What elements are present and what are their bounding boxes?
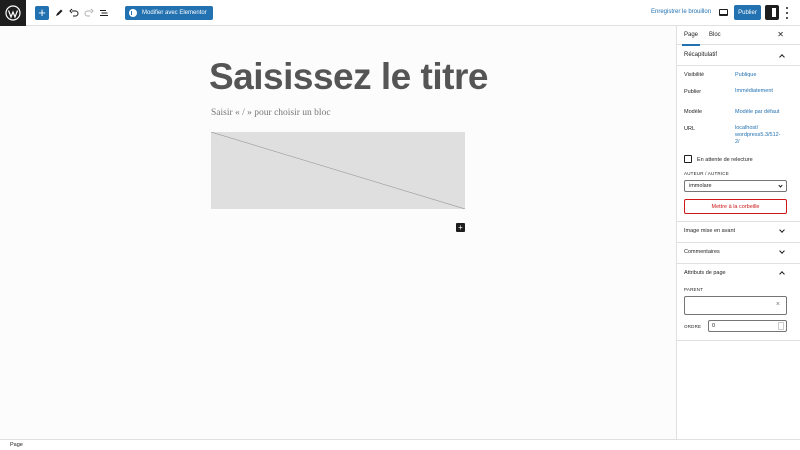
parent-combobox[interactable]: × [684, 296, 787, 315]
settings-sidebar: Page Bloc ✕ Récapitulatif Visibilité Pub… [676, 26, 800, 439]
pending-review-label: En attente de relecture [697, 157, 753, 163]
close-icon[interactable]: ✕ [777, 30, 784, 39]
editor-header: + Modifier avec Elementor Enregistrer le… [0, 0, 800, 26]
desktop-icon[interactable] [719, 9, 728, 16]
sidebar-divider [677, 340, 800, 341]
post-title-input[interactable]: Saisissez le titre [209, 56, 488, 98]
page-attributes-panel-header[interactable]: Attributs de page [677, 263, 800, 284]
parent-label: PARENT [684, 287, 704, 292]
author-select[interactable]: immolare [684, 180, 787, 192]
wordpress-logo-svg [5, 5, 21, 21]
chevron-down-icon [779, 248, 785, 254]
template-value[interactable]: Modèle par défaut [735, 109, 790, 116]
visibility-label: Visibilité [684, 72, 705, 78]
url-value[interactable]: localhost/ wordpress5.3/512-2/ [735, 125, 785, 146]
pending-review-checkbox[interactable] [684, 155, 692, 163]
block-placeholder[interactable]: Saisir « / » pour choisir un bloc [211, 108, 331, 118]
clear-icon[interactable]: × [776, 301, 780, 308]
spinner-icon[interactable] [778, 322, 784, 330]
page-attributes-title: Attributs de page [684, 270, 726, 276]
chevron-up-icon [779, 271, 785, 277]
wordpress-logo-icon[interactable] [0, 0, 26, 26]
publish-label: Publier [684, 89, 702, 95]
pencil-icon[interactable] [52, 6, 66, 20]
featured-image-panel-header[interactable]: Image mise en avant [677, 221, 800, 242]
author-label: AUTEUR / AUTRICE [684, 171, 729, 176]
redo-icon[interactable] [82, 6, 96, 20]
chevron-down-icon [779, 227, 785, 233]
order-input[interactable]: 0 [708, 320, 787, 332]
add-block-button[interactable]: + [35, 6, 49, 20]
undo-icon[interactable] [67, 6, 81, 20]
tab-page[interactable]: Page [681, 32, 701, 46]
chevron-up-icon [779, 54, 785, 60]
move-to-trash-button[interactable]: Mettre à la corbeille [684, 199, 787, 214]
publish-button[interactable]: Publier [734, 5, 761, 20]
elementor-button-label: Modifier avec Elementor [142, 10, 207, 16]
edit-with-elementor-button[interactable]: Modifier avec Elementor [125, 6, 213, 20]
sidebar-toggle-icon[interactable] [765, 5, 779, 20]
visibility-value[interactable]: Publique [735, 72, 790, 79]
list-view-icon[interactable] [97, 6, 111, 20]
order-label: ORDRE [684, 324, 702, 329]
elementor-icon [129, 9, 137, 17]
editor-canvas: Saisissez le titre Saisir « / » pour cho… [0, 26, 676, 439]
editor-footer: Page [0, 439, 800, 450]
tab-block[interactable]: Bloc [709, 32, 721, 38]
breadcrumb[interactable]: Page [10, 442, 23, 448]
save-draft-button[interactable]: Enregistrer le brouillon [651, 9, 711, 15]
block-inserter-button[interactable]: + [456, 223, 465, 232]
more-vertical-icon[interactable] [785, 6, 789, 20]
url-label: URL [684, 126, 696, 132]
sidebar-tabs: Page Bloc ✕ [677, 26, 800, 46]
order-value: 0 [712, 323, 716, 329]
image-placeholder-svg [211, 132, 465, 209]
image-placeholder[interactable] [211, 132, 465, 209]
comments-title: Commentaires [684, 249, 720, 255]
author-value: immolare [689, 183, 712, 189]
summary-title: Récapitulatif [684, 52, 718, 58]
template-label: Modèle [684, 109, 703, 115]
comments-panel-header[interactable]: Commentaires [677, 242, 800, 263]
chevron-down-icon [778, 183, 783, 188]
featured-image-title: Image mise en avant [684, 228, 736, 234]
summary-panel-header[interactable]: Récapitulatif [677, 45, 800, 66]
publish-value[interactable]: Immédiatement [735, 88, 790, 95]
